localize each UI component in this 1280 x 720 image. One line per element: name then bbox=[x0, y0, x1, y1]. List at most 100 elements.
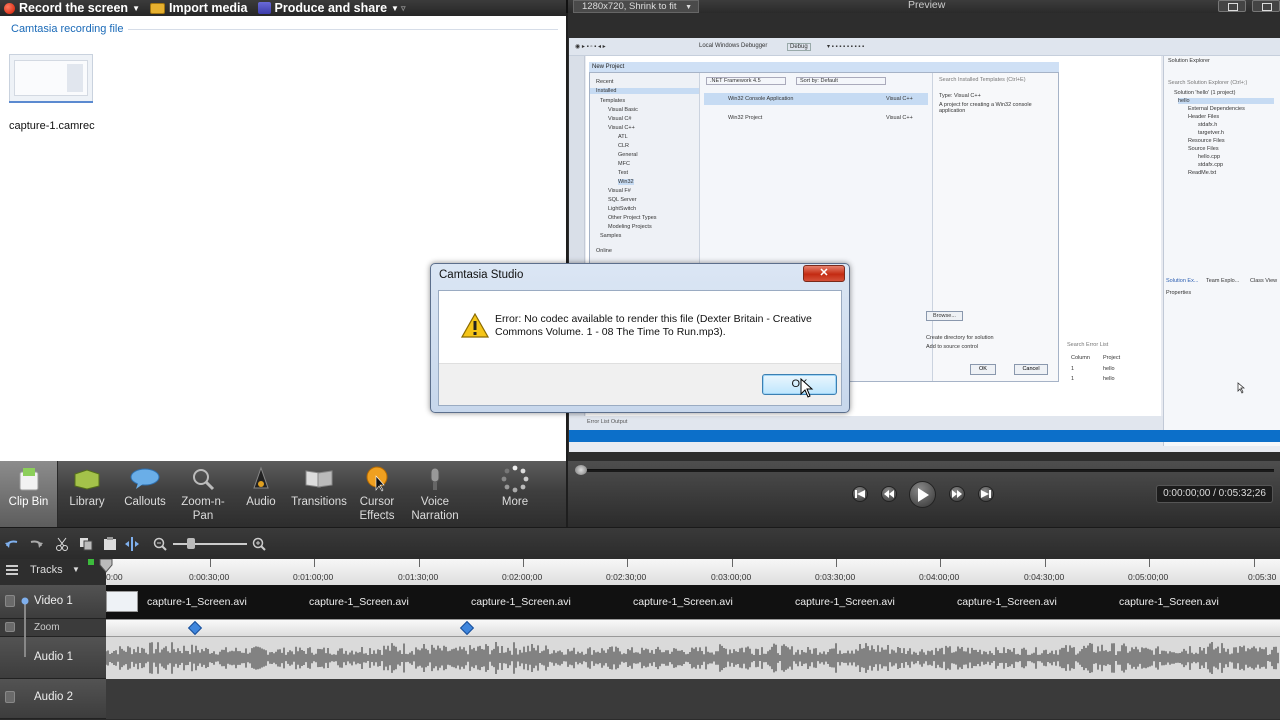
clip-bin-icon bbox=[14, 465, 44, 493]
selection-start-marker[interactable] bbox=[88, 559, 94, 565]
tools-bar: Clip Bin Library Callouts Zoom-n-Pan Aud… bbox=[0, 461, 566, 527]
audio-2-track-lane[interactable] bbox=[106, 679, 1280, 719]
undo-button[interactable] bbox=[4, 536, 20, 552]
tree-item: ATL bbox=[618, 134, 628, 140]
fast-forward-button[interactable] bbox=[949, 486, 965, 502]
error-list-search: Search Error List bbox=[1067, 342, 1109, 348]
ruler-tick-label: 0:03:30;00 bbox=[815, 572, 856, 582]
scrub-bar[interactable] bbox=[576, 469, 1274, 472]
produce-share-button[interactable]: Produce and share ▼ ▿ bbox=[254, 0, 412, 16]
import-media-button[interactable]: Import media bbox=[146, 0, 254, 16]
track-header-video-1[interactable]: Video 1 bbox=[0, 585, 106, 619]
vs-config-label: Debug bbox=[787, 43, 811, 51]
tool-transitions[interactable]: Transitions bbox=[290, 461, 348, 527]
playhead[interactable] bbox=[99, 558, 113, 573]
split-button[interactable] bbox=[124, 536, 140, 552]
dialog-message-area: Error: No codec available to render this… bbox=[439, 291, 841, 363]
record-screen-button[interactable]: Record the screen ▼ bbox=[0, 0, 146, 16]
se-item: ReadMe.txt bbox=[1188, 170, 1217, 176]
video-clip-label[interactable]: capture-1_Screen.avi bbox=[795, 596, 895, 608]
timeline-zoom-slider[interactable] bbox=[173, 543, 247, 545]
redo-icon bbox=[30, 540, 43, 548]
dialog-footer: OK bbox=[439, 363, 841, 405]
lock-icon[interactable] bbox=[5, 622, 15, 632]
tool-cursor-effects[interactable]: Cursor Effects bbox=[348, 461, 406, 527]
library-icon bbox=[72, 465, 102, 493]
track-expand-icon[interactable] bbox=[21, 597, 29, 605]
produce-label: Produce and share bbox=[274, 1, 388, 15]
ruler-tick-label: 0:04:30;00 bbox=[1024, 572, 1065, 582]
video-clip-label[interactable]: capture-1_Screen.avi bbox=[1119, 596, 1219, 608]
fullscreen-button[interactable] bbox=[1218, 0, 1246, 12]
ruler-tick-label: 0:01:30;00 bbox=[398, 572, 439, 582]
tool-callouts[interactable]: Callouts bbox=[116, 461, 174, 527]
tool-clip-bin[interactable]: Clip Bin bbox=[0, 461, 58, 527]
track-header-zoom[interactable]: Zoom bbox=[0, 619, 106, 637]
film-icon bbox=[257, 2, 271, 14]
zoom-keyframe[interactable] bbox=[187, 620, 203, 636]
next-clip-button[interactable] bbox=[978, 486, 994, 502]
chevron-down-icon[interactable]: ▼ bbox=[72, 565, 80, 574]
clip-thumbnail[interactable] bbox=[9, 54, 93, 102]
video-track-lane[interactable]: capture-1_Screen.avi capture-1_Screen.av… bbox=[106, 585, 1280, 619]
track-label: Audio 2 bbox=[34, 691, 74, 703]
error-col: Column bbox=[1071, 355, 1090, 361]
chevron-down-icon: ▼ bbox=[132, 3, 140, 13]
tool-library[interactable]: Library bbox=[58, 461, 116, 527]
redo-button[interactable] bbox=[28, 536, 44, 552]
paste-button[interactable] bbox=[102, 536, 118, 552]
zoom-keyframe[interactable] bbox=[459, 620, 475, 636]
track-label: Video 1 bbox=[34, 595, 73, 607]
video-clip-label[interactable]: capture-1_Screen.avi bbox=[309, 596, 409, 608]
copy-button[interactable] bbox=[78, 536, 94, 552]
lock-icon[interactable] bbox=[5, 595, 15, 607]
timeline-zoom-thumb[interactable] bbox=[187, 538, 195, 549]
tool-more[interactable]: More bbox=[486, 461, 544, 527]
ruler-tick-label: 0:02:30;00 bbox=[606, 572, 647, 582]
rewind-button[interactable] bbox=[881, 486, 897, 502]
clip-name[interactable]: capture-1.camrec bbox=[9, 120, 95, 132]
tool-voice-narration[interactable]: Voice Narration bbox=[406, 461, 464, 527]
audio-1-track-lane[interactable] bbox=[105, 637, 1280, 679]
timeline-ruler[interactable]: 0:00 0:00:30;00 0:01:00;00 0:01:30;00 0:… bbox=[106, 559, 1280, 585]
scrub-thumb[interactable] bbox=[575, 465, 587, 475]
cut-button[interactable] bbox=[54, 536, 70, 552]
tracks-menu-label[interactable]: Tracks bbox=[30, 564, 63, 576]
skip-back-icon bbox=[855, 490, 865, 498]
split-icon bbox=[125, 537, 139, 551]
video-clip-label[interactable]: capture-1_Screen.avi bbox=[471, 596, 571, 608]
video-clip-label[interactable]: capture-1_Screen.avi bbox=[147, 596, 247, 608]
tool-zoom-n-pan[interactable]: Zoom-n-Pan bbox=[174, 461, 232, 527]
record-label: Record the screen bbox=[19, 1, 129, 15]
video-clip-label[interactable]: capture-1_Screen.avi bbox=[633, 596, 733, 608]
timeline-toolbar bbox=[0, 527, 1280, 559]
play-button[interactable] bbox=[909, 481, 936, 508]
overflow-chevron-icon[interactable]: ▿ bbox=[401, 3, 406, 14]
ruler-tick-label: 0:01:00;00 bbox=[293, 572, 334, 582]
sort-select: Sort by: Default bbox=[796, 77, 886, 85]
previous-clip-button[interactable] bbox=[852, 486, 868, 502]
tree-item: Win32 bbox=[618, 179, 634, 185]
scissors-icon bbox=[56, 537, 68, 551]
dialog-close-button[interactable]: ✕ bbox=[803, 265, 845, 282]
zoom-track-lane[interactable] bbox=[106, 619, 1280, 637]
zoom-in-icon bbox=[252, 537, 266, 551]
tool-label: Cursor Effects bbox=[359, 496, 395, 522]
zoom-out-button[interactable] bbox=[152, 536, 168, 552]
detach-preview-button[interactable] bbox=[1252, 0, 1280, 12]
track-header-audio-2[interactable]: Audio 2 bbox=[0, 679, 106, 719]
tree-item: Recent bbox=[596, 79, 614, 85]
chevron-down-icon: ▼ bbox=[391, 3, 399, 13]
tool-audio[interactable]: Audio bbox=[232, 461, 290, 527]
lock-icon[interactable] bbox=[5, 691, 15, 703]
zoom-in-button[interactable] bbox=[251, 536, 267, 552]
tree-item: Test bbox=[618, 170, 629, 176]
error-row-num: 1 bbox=[1071, 366, 1075, 372]
template-desc: A project for creating a Win32 console a… bbox=[939, 102, 1032, 114]
template-type: Type: Visual C++ bbox=[939, 93, 981, 99]
preview-size-select[interactable]: 1280x720, Shrink to fit ▼ bbox=[573, 0, 699, 13]
track-header-audio-1[interactable]: Audio 1 bbox=[0, 637, 106, 679]
tree-item: Online bbox=[596, 248, 612, 254]
vs-new-project-title: New Project bbox=[589, 62, 1059, 72]
video-clip-label[interactable]: capture-1_Screen.avi bbox=[957, 596, 1057, 608]
